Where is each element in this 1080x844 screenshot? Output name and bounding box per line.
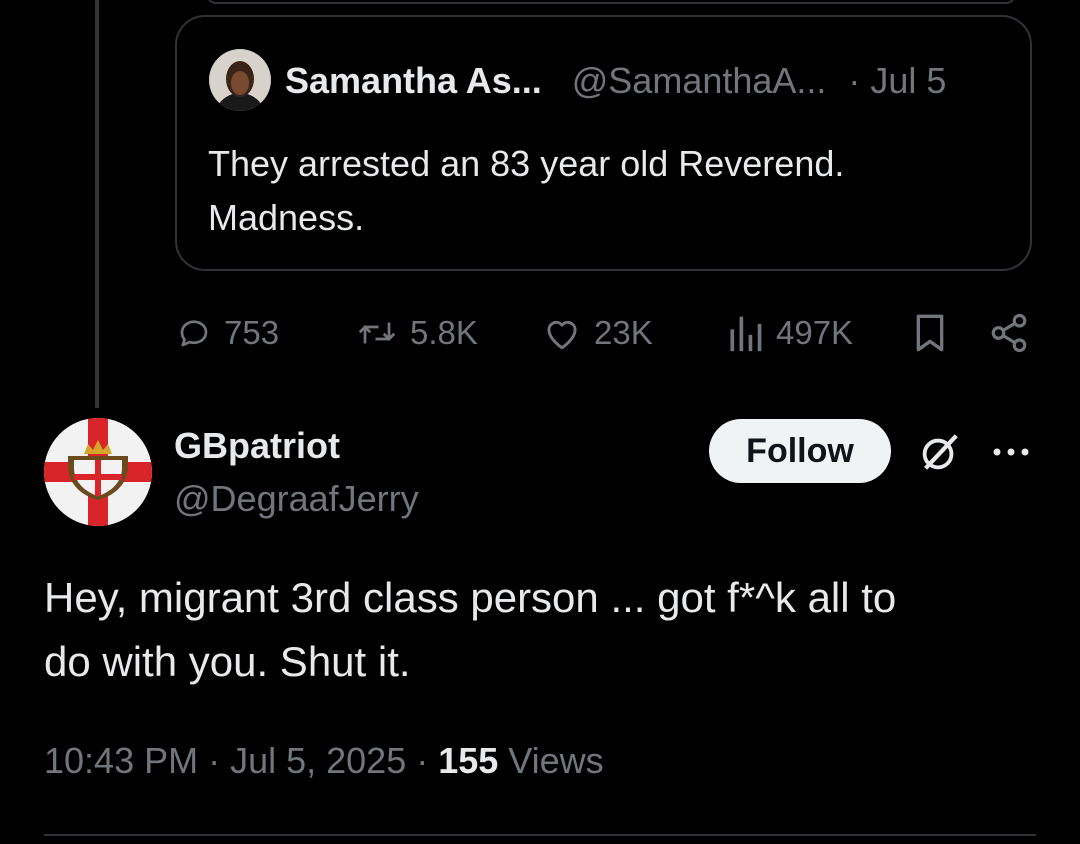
reply-icon xyxy=(180,320,208,347)
quoted-author-avatar[interactable] xyxy=(209,49,271,111)
repost-icon xyxy=(358,322,396,344)
tweet-views-label: Views xyxy=(498,740,604,781)
quoted-tweet-date[interactable]: · Jul 5 xyxy=(848,60,946,101)
reply-button[interactable]: 753 xyxy=(176,306,279,360)
author-avatar[interactable] xyxy=(44,418,152,526)
quoted-tweet-text: They arrested an 83 year old Reverend. M… xyxy=(208,137,998,245)
quoted-tweet-header: Samantha As... @SamanthaA... · Jul 5 xyxy=(285,59,946,103)
like-count: 23K xyxy=(594,314,653,351)
share-button[interactable] xyxy=(988,306,1030,360)
tweet-timestamp[interactable]: 10:43 PM · Jul 5, 2025 · xyxy=(44,740,438,781)
tweet-view-count: 155 xyxy=(438,740,499,781)
bookmark-button[interactable] xyxy=(912,306,948,360)
share-icon xyxy=(991,313,1027,353)
previous-card-edge xyxy=(206,0,1016,4)
tweet-text-line: Hey, migrant 3rd class person ... got f*… xyxy=(44,574,897,621)
tweet-text: Hey, migrant 3rd class person ... got f*… xyxy=(44,566,1044,694)
more-icon[interactable] xyxy=(991,445,1031,464)
reply-count: 753 xyxy=(224,314,280,351)
quoted-author-handle[interactable]: @SamanthaA... xyxy=(572,60,827,101)
divider xyxy=(44,834,1036,836)
quoted-text-line: They arrested an 83 year old Reverend. xyxy=(208,143,845,184)
quoted-tweet-card[interactable]: Samantha As... @SamanthaA... · Jul 5 They … xyxy=(175,15,1032,271)
bookmark-icon xyxy=(916,314,944,352)
tweet-actions-bar: 753 5.8K 23K 497K xyxy=(176,306,1036,360)
repost-button[interactable]: 5.8K xyxy=(356,306,478,360)
follow-button[interactable]: Follow xyxy=(709,419,891,483)
repost-count: 5.8K xyxy=(410,314,478,351)
quoted-text-line: Madness. xyxy=(208,197,365,238)
views-button[interactable]: 497K xyxy=(726,306,853,360)
views-count: 497K xyxy=(776,314,854,351)
tweet-meta: 10:43 PM · Jul 5, 2025 · 155 Views xyxy=(44,740,604,782)
views-icon xyxy=(730,316,762,352)
like-button[interactable]: 23K xyxy=(542,306,653,360)
grok-icon[interactable] xyxy=(916,430,962,481)
thread-line xyxy=(95,0,99,408)
like-icon xyxy=(547,320,577,350)
tweet-text-line: do with you. Shut it. xyxy=(44,638,411,685)
author-name[interactable]: GBpatriot xyxy=(174,425,340,467)
quoted-author-name[interactable]: Samantha As... xyxy=(285,60,542,101)
author-handle[interactable]: @DegraafJerry xyxy=(174,478,419,520)
